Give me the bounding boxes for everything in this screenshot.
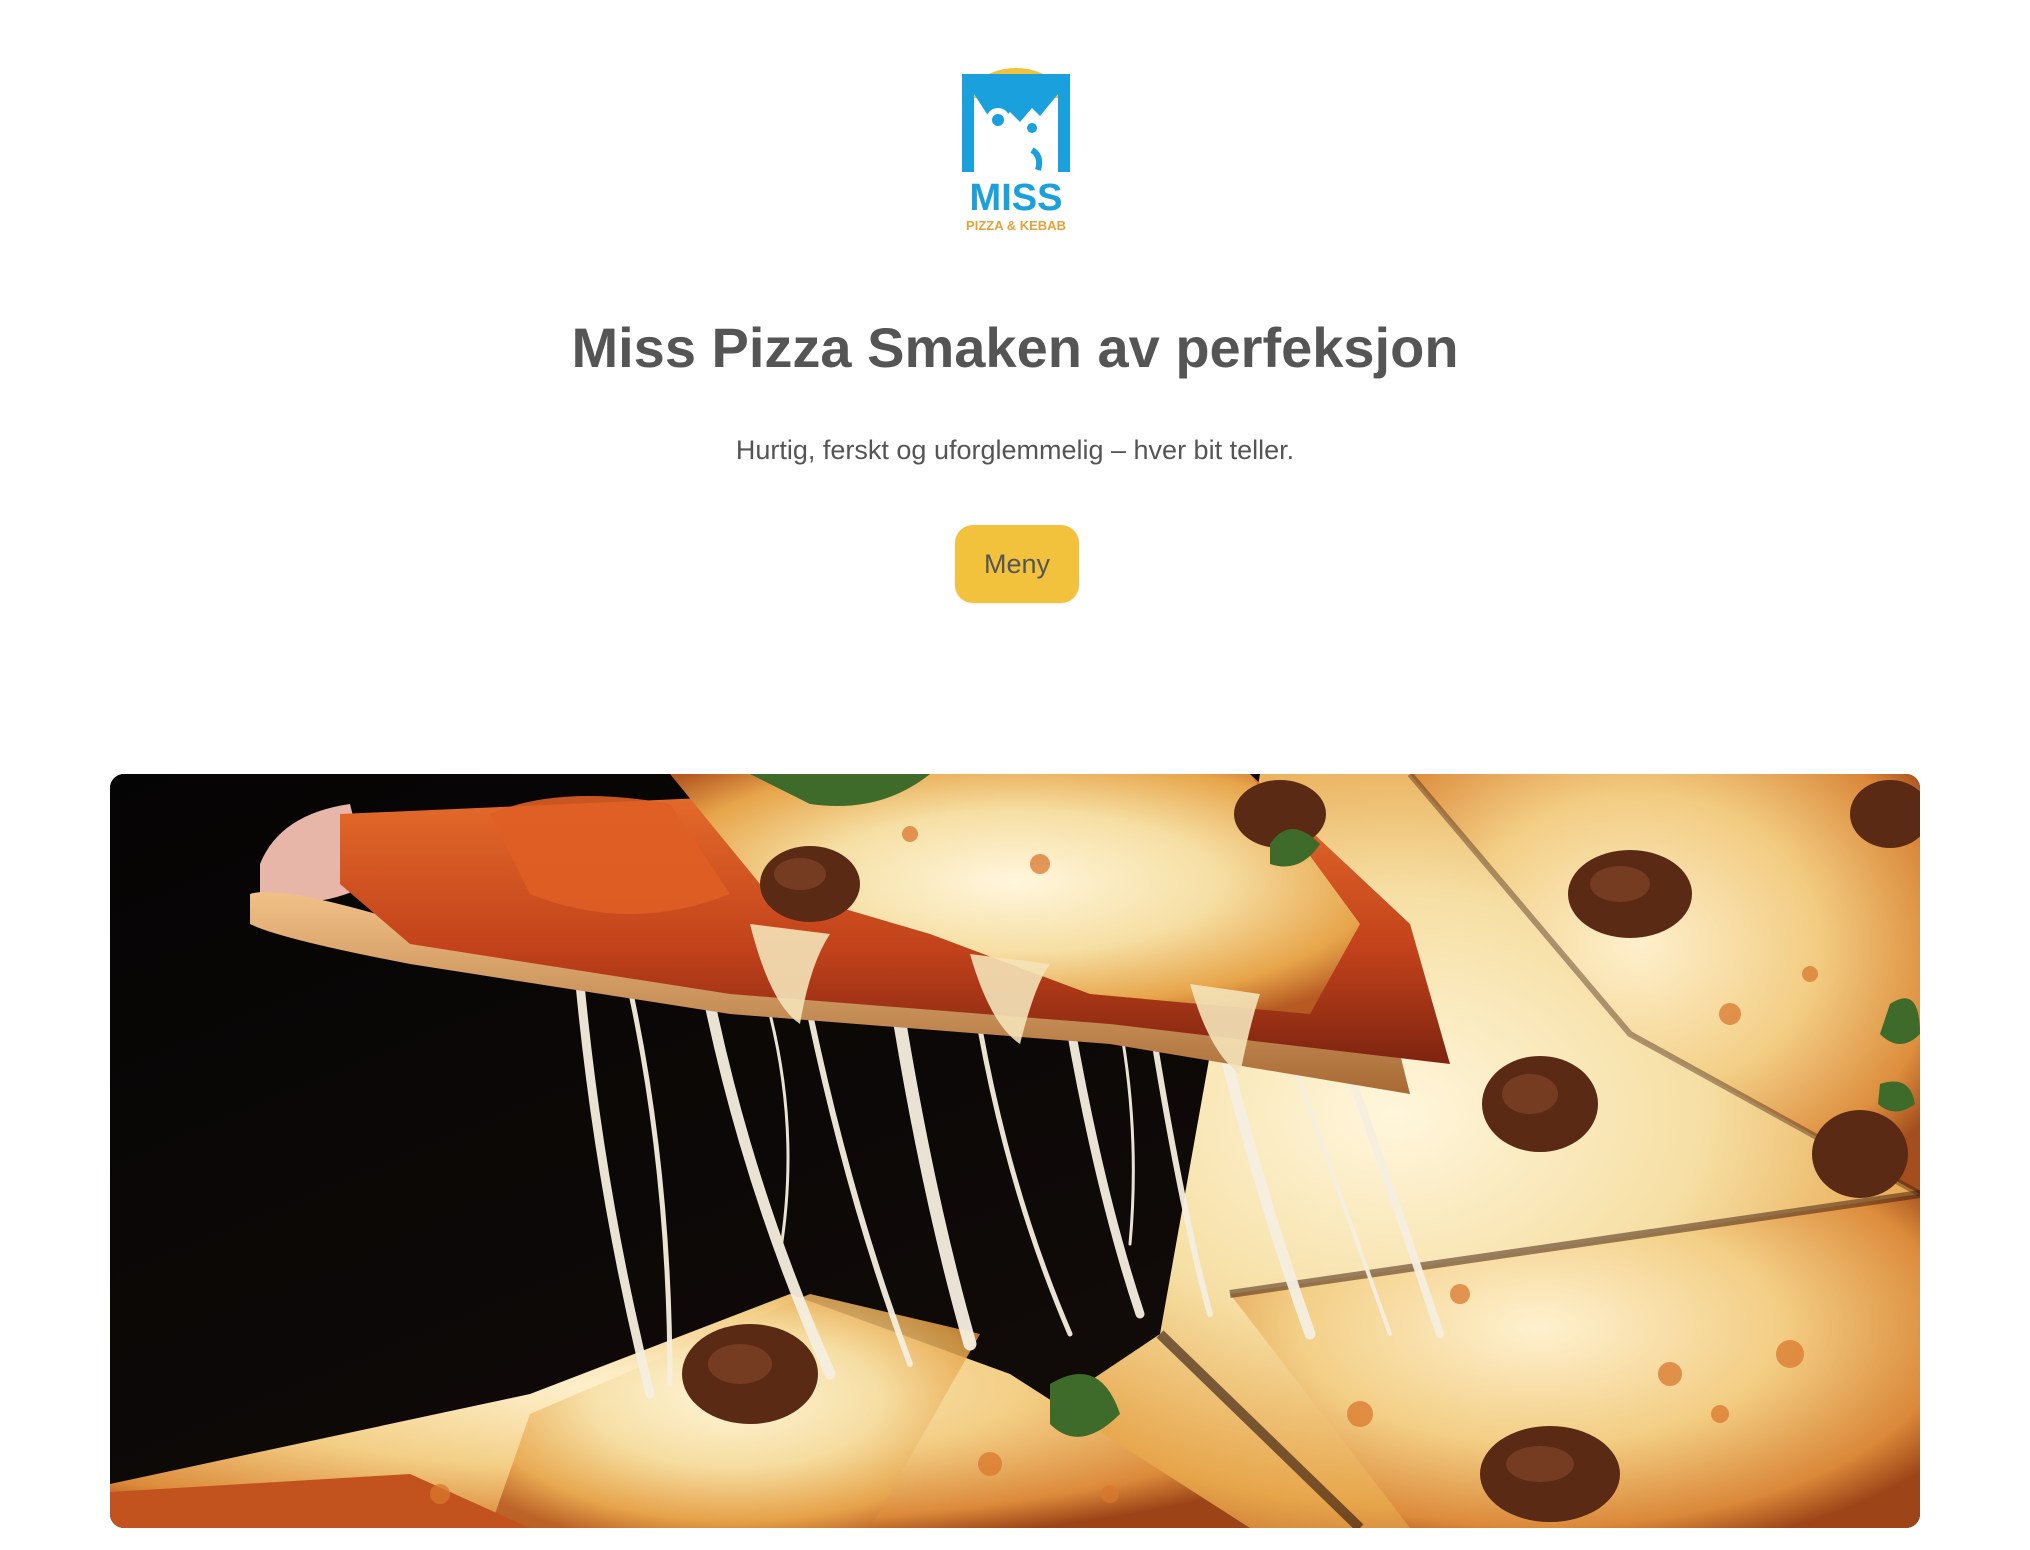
menu-button[interactable]: Meny <box>955 525 1079 603</box>
hero-subtitle: Hurtig, ferskt og uforglemmelig – hver b… <box>735 435 1295 465</box>
hero-title: Miss Pizza Smaken av perfeksjon <box>571 316 1459 379</box>
logo-tagline-text: PIZZA & KEBAB <box>966 218 1066 233</box>
pizza-image-icon <box>110 774 1920 1528</box>
hero-pizza-image <box>110 774 1920 1528</box>
logo-icon: MISS PIZZA & KEBAB <box>962 68 1070 233</box>
logo-brand-text: MISS <box>970 177 1063 219</box>
brand-logo[interactable]: MISS PIZZA & KEBAB <box>958 58 1074 234</box>
